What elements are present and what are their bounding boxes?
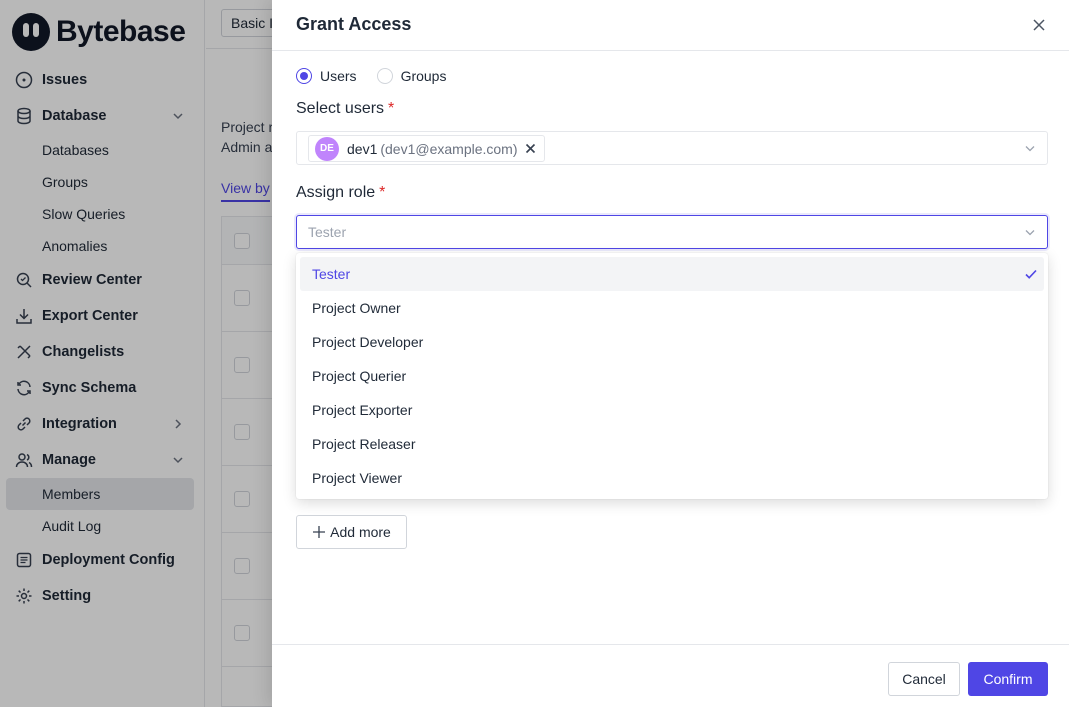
radio-groups[interactable]: Groups [376, 68, 447, 84]
role-option-project-viewer[interactable]: Project Viewer [300, 461, 1044, 495]
role-select-placeholder: Tester [308, 224, 347, 240]
assign-role-select[interactable]: Tester [296, 215, 1048, 249]
user-name: dev1 [347, 140, 378, 157]
assign-role-label-text: Assign role [296, 184, 376, 201]
close-button[interactable] [1029, 15, 1049, 35]
user-email: (dev1@example.com) [380, 140, 518, 157]
role-option-label: Project Developer [312, 334, 424, 350]
select-users-input[interactable]: DE dev1 (dev1@example.com) [296, 131, 1048, 165]
drawer-title: Grant Access [296, 14, 412, 34]
avatar: DE [315, 136, 339, 161]
role-dropdown-menu: Tester Project Owner Project Developer P… [296, 253, 1048, 499]
role-option-project-developer[interactable]: Project Developer [300, 325, 1044, 359]
role-option-tester[interactable]: Tester [300, 257, 1044, 291]
selected-user-tag: DE dev1 (dev1@example.com) [308, 135, 545, 162]
remove-tag-button[interactable] [524, 142, 538, 156]
role-option-label: Project Querier [312, 368, 407, 384]
role-option-label: Project Releaser [312, 436, 416, 452]
add-more-label: Add more [330, 524, 391, 540]
role-option-project-exporter[interactable]: Project Exporter [300, 393, 1044, 427]
role-option-label: Tester [312, 266, 351, 282]
required-mark: * [379, 184, 386, 201]
grant-type-radio-group: Users Groups [296, 68, 466, 84]
radio-users[interactable]: Users [296, 68, 357, 84]
drawer-footer: Cancel Confirm [272, 644, 1069, 707]
required-mark: * [388, 100, 395, 117]
checkmark-icon [1025, 269, 1037, 279]
role-option-label: Project Owner [312, 300, 401, 316]
confirm-button[interactable]: Confirm [968, 662, 1048, 696]
role-option-project-owner[interactable]: Project Owner [300, 291, 1044, 325]
chevron-down-icon [1025, 146, 1035, 152]
assign-role-label: Assign role * [296, 184, 385, 202]
chevron-down-icon [1025, 230, 1035, 236]
role-option-project-querier[interactable]: Project Querier [300, 359, 1044, 393]
drawer-header: Grant Access [272, 0, 1069, 51]
radio-label: Groups [400, 68, 447, 84]
grant-access-drawer: Grant Access Users Groups Select users * … [272, 0, 1069, 707]
radio-label: Users [320, 68, 357, 84]
radio-users-dot[interactable] [296, 68, 312, 84]
select-users-label-text: Select users [296, 100, 385, 117]
role-option-label: Project Viewer [312, 470, 403, 486]
select-users-label: Select users * [296, 100, 394, 118]
radio-groups-dot[interactable] [376, 68, 393, 84]
close-icon [525, 143, 536, 154]
plus-icon [313, 526, 326, 538]
role-option-label: Project Exporter [312, 402, 413, 418]
role-option-project-releaser[interactable]: Project Releaser [300, 427, 1044, 461]
close-icon [1033, 19, 1045, 31]
add-more-button[interactable]: Add more [296, 515, 407, 549]
cancel-button[interactable]: Cancel [888, 662, 960, 696]
